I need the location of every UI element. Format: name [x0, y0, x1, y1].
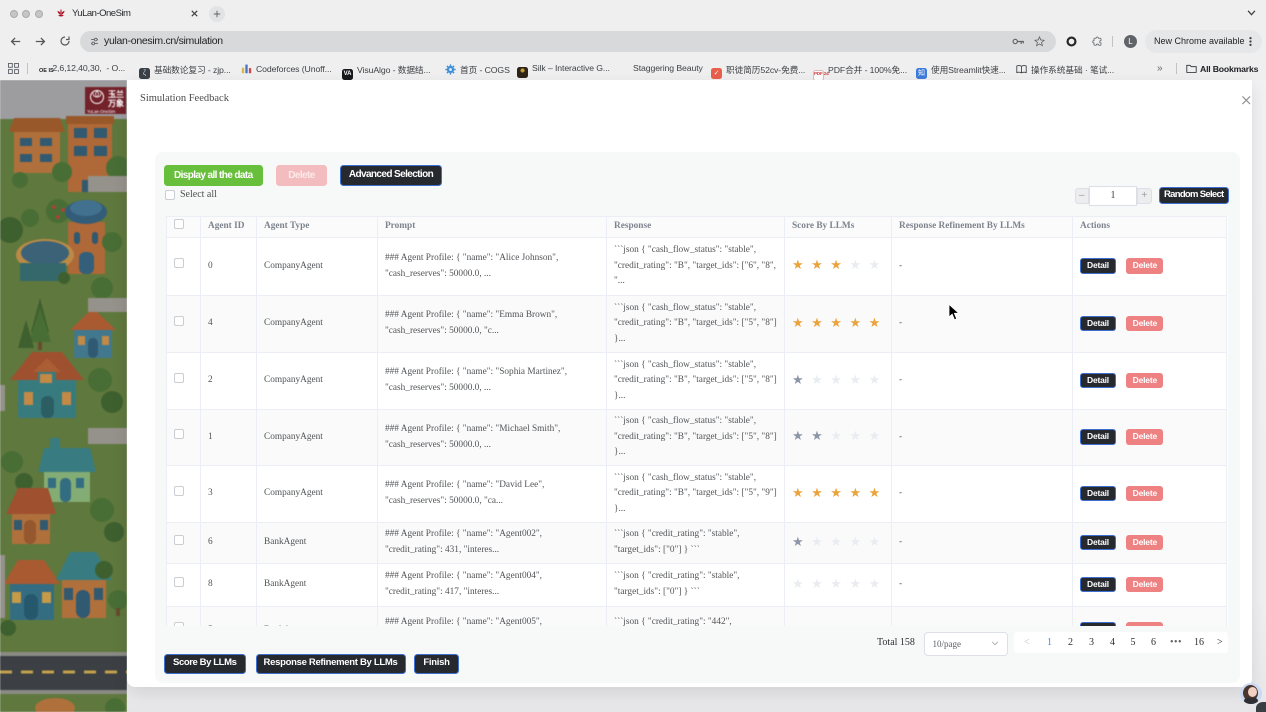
- svg-text:YuLan-OneSim: YuLan-OneSim: [87, 109, 116, 114]
- svg-text:玉兰: 玉兰: [108, 89, 124, 99]
- svg-text:万象: 万象: [107, 98, 124, 108]
